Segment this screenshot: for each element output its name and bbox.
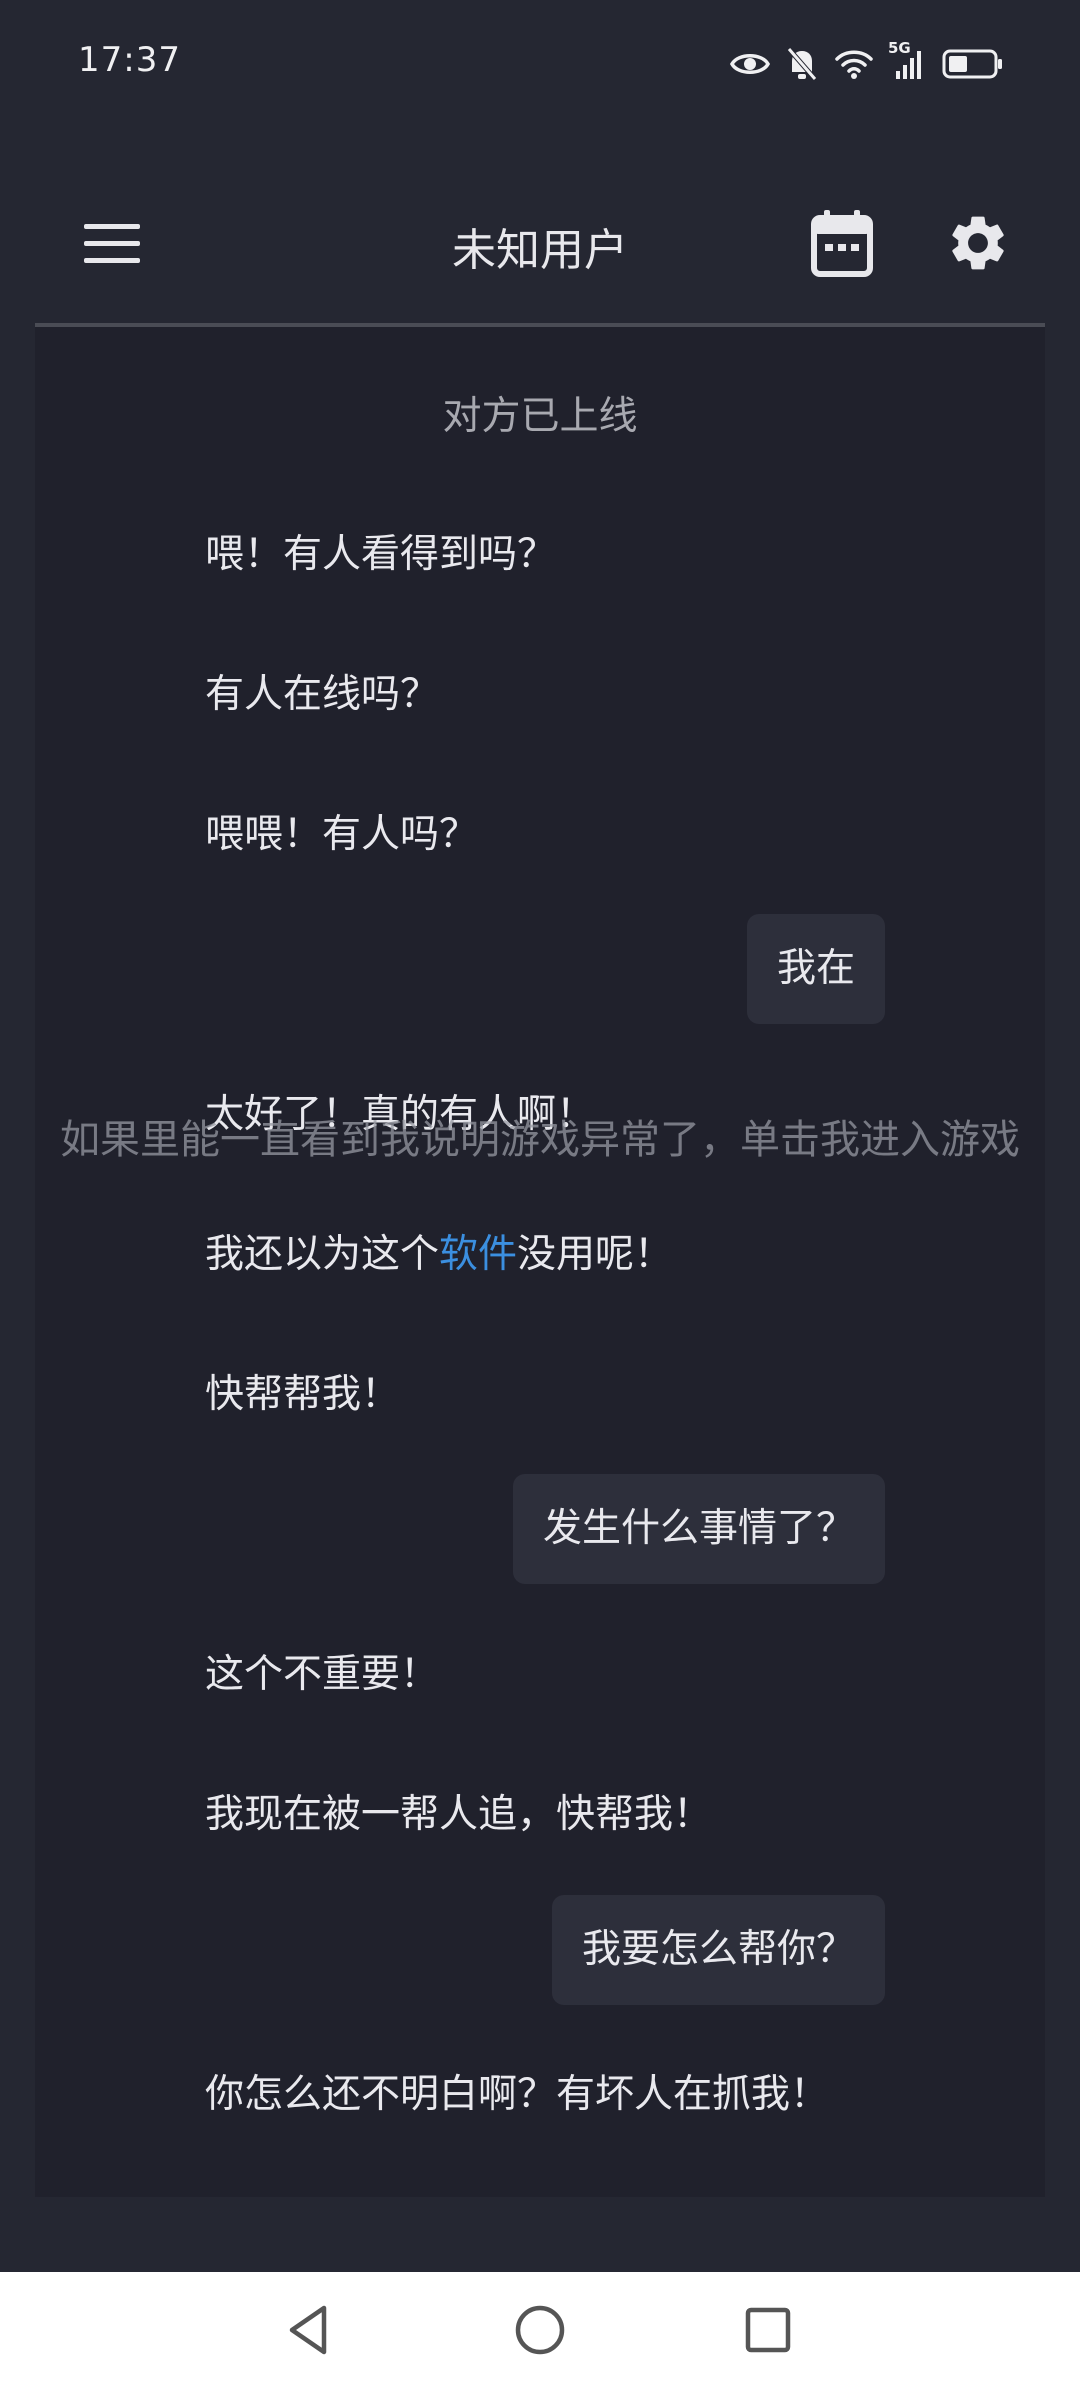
status-icons: 5G <box>730 39 1004 88</box>
page-title: 未知用户 <box>452 225 628 276</box>
incoming-message: 喂！有人看得到吗？ <box>205 532 557 577</box>
calendar-button[interactable] <box>810 208 874 278</box>
system-message: 对方已上线 <box>442 394 638 439</box>
wifi-icon <box>834 47 874 81</box>
status-time: 17:37 <box>78 40 181 80</box>
incoming-message: 有人在线吗？ <box>205 672 440 717</box>
home-icon <box>515 2305 565 2355</box>
recents-button[interactable] <box>738 2300 798 2360</box>
incoming-message: 喂喂！有人吗？ <box>205 812 479 857</box>
settings-button[interactable] <box>945 210 1011 276</box>
app-bar: 未知用户 <box>35 170 1045 320</box>
enter-game-banner[interactable]: 如果里能一直看到我说明游戏异常了，单击我进入游戏 <box>0 1107 1080 1165</box>
chat-panel[interactable]: 对方已上线 喂！有人看得到吗？ 有人在线吗？ 喂喂！有人吗？ 我在 太好了！真的… <box>35 327 1045 2197</box>
message-text: 我还以为这个 <box>205 1232 440 1277</box>
network-label: 5G <box>888 39 911 57</box>
bell-muted-icon <box>786 46 818 82</box>
recents-icon <box>745 2307 791 2353</box>
back-icon <box>289 2305 327 2355</box>
outgoing-message-bubble: 发生什么事情了？ <box>512 1474 885 1584</box>
signal-icon: 5G <box>888 39 926 81</box>
eye-icon <box>730 49 770 79</box>
outgoing-message-bubble: 我要怎么帮你？ <box>551 1895 885 2005</box>
incoming-message: 快帮帮我！ <box>205 1372 401 1417</box>
incoming-message: 我还以为这个软件没用呢！ <box>205 1223 673 1279</box>
message-text: 没用呢！ <box>517 1232 674 1277</box>
incoming-message: 这个不重要！ <box>205 1652 440 1697</box>
home-button[interactable] <box>510 2300 570 2360</box>
back-button[interactable] <box>280 2300 340 2360</box>
incoming-message: 我现在被一帮人追，快帮我！ <box>205 1792 713 1837</box>
system-nav-bar <box>0 2272 1080 2388</box>
software-link[interactable]: 软件 <box>439 1232 517 1277</box>
calendar-icon <box>811 210 873 277</box>
outgoing-message-bubble: 我在 <box>746 914 885 1024</box>
battery-icon <box>942 48 1004 80</box>
status-bar: 17:37 5G <box>0 0 1080 120</box>
gear-icon <box>952 216 1004 270</box>
incoming-message: 你怎么还不明白啊？有坏人在抓我！ <box>205 2072 830 2117</box>
